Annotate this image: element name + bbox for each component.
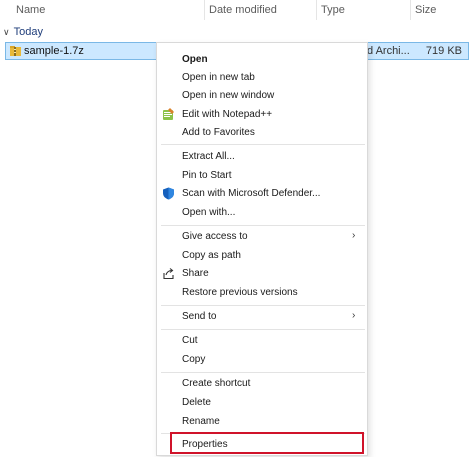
menu-item-label: Rename (182, 416, 220, 427)
menu-item-label: Open in new tab (182, 72, 255, 83)
column-divider[interactable] (410, 0, 411, 20)
menu-item-open[interactable]: Open (157, 51, 369, 69)
menu-item-label: Share (182, 268, 209, 279)
menu-item-label: Create shortcut (182, 378, 251, 389)
menu-item-copy-path[interactable]: Copy as path (157, 247, 369, 265)
context-menu: Open Open in new tab Open in new window … (156, 42, 368, 456)
column-size-header[interactable]: Size (415, 4, 436, 16)
file-type: d Archi... (367, 45, 410, 57)
menu-item-delete[interactable]: Delete (157, 394, 369, 412)
menu-item-label: Scan with Microsoft Defender... (182, 188, 321, 199)
menu-item-rename[interactable]: Rename (157, 413, 369, 431)
column-divider[interactable] (204, 0, 205, 20)
column-date-header[interactable]: Date modified (209, 4, 277, 16)
menu-item-label: Restore previous versions (182, 287, 298, 298)
menu-item-label: Add to Favorites (182, 127, 255, 138)
menu-item-give-access[interactable]: Give access to › (157, 228, 369, 246)
menu-item-label: Open (182, 54, 208, 65)
menu-item-open-with[interactable]: Open with... (157, 204, 369, 222)
menu-item-edit-notepad[interactable]: Edit with Notepad++ (157, 106, 369, 124)
chevron-right-icon: › (352, 310, 356, 321)
menu-item-label: Pin to Start (182, 170, 232, 181)
share-icon (163, 268, 174, 280)
menu-item-label: Give access to (182, 231, 248, 242)
menu-item-pin-start[interactable]: Pin to Start (157, 167, 369, 185)
menu-separator (161, 225, 365, 226)
notepad-plus-plus-icon (163, 108, 174, 120)
menu-item-label: Edit with Notepad++ (182, 109, 273, 120)
menu-separator (161, 144, 365, 145)
column-header-row: Name Date modified Type Size (0, 0, 474, 20)
menu-item-share[interactable]: Share (157, 265, 369, 283)
menu-item-send-to[interactable]: Send to › (157, 308, 369, 326)
menu-item-scan-defender[interactable]: Scan with Microsoft Defender... (157, 185, 369, 203)
menu-separator (161, 372, 365, 373)
menu-item-cut[interactable]: Cut (157, 332, 369, 350)
menu-item-restore-versions[interactable]: Restore previous versions (157, 284, 369, 302)
archive-folder-icon (10, 46, 21, 56)
menu-item-label: Copy (182, 354, 206, 365)
menu-item-label: Delete (182, 397, 211, 408)
menu-item-label: Cut (182, 335, 198, 346)
chevron-right-icon: › (352, 230, 356, 241)
column-type-header[interactable]: Type (321, 4, 345, 16)
column-name-header[interactable]: Name (16, 4, 45, 16)
menu-item-create-shortcut[interactable]: Create shortcut (157, 375, 369, 393)
menu-item-label: Open with... (182, 207, 236, 218)
menu-item-add-favorites[interactable]: Add to Favorites (157, 124, 369, 142)
menu-item-label: Send to (182, 311, 217, 322)
file-size: 719 KB (425, 45, 462, 57)
menu-separator (161, 305, 365, 306)
menu-item-label: Extract All... (182, 151, 235, 162)
menu-item-open-new-window[interactable]: Open in new window (157, 87, 369, 105)
shield-icon (163, 187, 174, 200)
menu-item-open-new-tab[interactable]: Open in new tab (157, 69, 369, 87)
menu-separator (161, 329, 365, 330)
group-label: Today (13, 26, 43, 38)
menu-item-label: Copy as path (182, 250, 241, 261)
column-divider[interactable] (316, 0, 317, 20)
menu-item-label: Open in new window (182, 90, 275, 101)
chevron-down-icon[interactable]: ∨ (3, 27, 10, 38)
menu-item-extract-all[interactable]: Extract All... (157, 148, 369, 166)
file-name[interactable]: sample-1.7z (24, 45, 84, 57)
properties-highlight-box (170, 432, 364, 454)
menu-item-copy[interactable]: Copy (157, 351, 369, 369)
group-header-today[interactable]: ∨ Today (0, 24, 43, 40)
